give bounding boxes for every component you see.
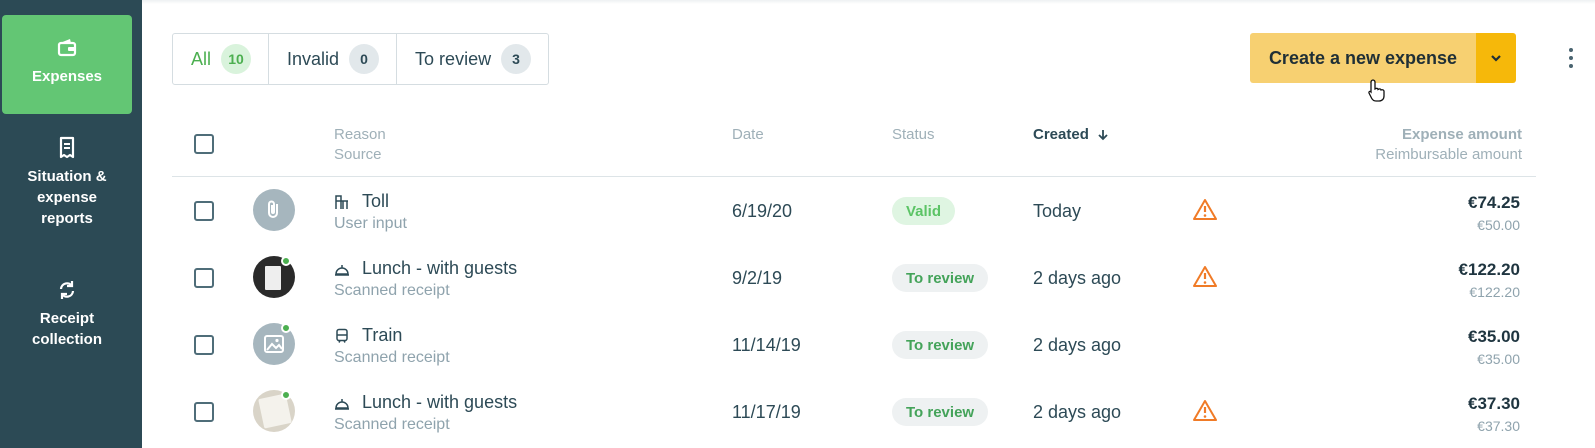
- select-all-checkbox[interactable]: [194, 134, 214, 154]
- expense-reason: Lunch - with guests: [334, 258, 517, 279]
- reason-label: Lunch - with guests: [362, 258, 518, 278]
- row-checkbox[interactable]: [194, 201, 214, 221]
- tab-count-badge: 10: [221, 44, 252, 74]
- create-expense-dropdown-button[interactable]: [1476, 33, 1516, 83]
- sidebar-item-situation-reports[interactable]: Situation & expense reports: [2, 136, 132, 246]
- sidebar-item-receipt-collection[interactable]: Receipt collection: [2, 278, 132, 368]
- filter-tabs: All 10 Invalid 0 To review 3: [172, 33, 550, 85]
- top-shadow: [142, 0, 1595, 4]
- status-badge: Valid: [892, 197, 956, 225]
- expense-amount: €122.20: [1458, 260, 1520, 279]
- tab-label: All: [191, 48, 212, 69]
- status-badge: To review: [892, 331, 989, 359]
- warning-icon[interactable]: [1193, 399, 1217, 421]
- column-header-date[interactable]: Date: [732, 126, 764, 143]
- reason-label: Train: [362, 325, 403, 345]
- tab-all[interactable]: All 10: [173, 34, 270, 84]
- reason-label: Lunch - with guests: [362, 392, 518, 412]
- sidebar: Expenses Situation & expense reports Rec…: [0, 0, 142, 448]
- meal-icon: [335, 398, 349, 410]
- receipt-document-icon: [56, 136, 78, 160]
- new-indicator-dot: [281, 323, 291, 333]
- expense-source: Scanned receipt: [334, 282, 450, 299]
- expense-reason: Lunch - with guests: [334, 392, 517, 413]
- arrow-down-icon: [1098, 129, 1108, 140]
- created-time: 2 days ago: [1033, 335, 1122, 355]
- status-badge: To review: [892, 264, 989, 292]
- create-expense-split-button: Create a new expense: [1250, 33, 1516, 83]
- status-badge: To review: [892, 398, 989, 426]
- paperclip-icon: [268, 200, 278, 218]
- expense-source: Scanned receipt: [334, 349, 450, 366]
- expense-reason: Train: [334, 325, 402, 346]
- tab-count-badge: 0: [349, 44, 380, 74]
- tab-label: To review: [415, 48, 492, 69]
- row-checkbox[interactable]: [194, 268, 214, 288]
- reimbursable-amount: €37.30: [1477, 418, 1520, 434]
- expense-amount: €37.30: [1468, 394, 1520, 413]
- train-icon: [336, 328, 348, 343]
- expense-source: Scanned receipt: [334, 416, 450, 433]
- expense-reason: Toll: [334, 191, 389, 212]
- row-checkbox[interactable]: [194, 402, 214, 422]
- reimbursable-amount: €122.20: [1469, 284, 1520, 300]
- tab-invalid[interactable]: Invalid 0: [269, 34, 398, 84]
- new-indicator-dot: [281, 256, 291, 266]
- column-header-reason[interactable]: Reason Source: [334, 126, 386, 163]
- created-time: Today: [1033, 201, 1082, 221]
- image-icon: [264, 335, 284, 353]
- created-time: 2 days ago: [1033, 402, 1122, 422]
- expense-date: 11/17/19: [732, 402, 801, 422]
- wallet-icon: [56, 36, 78, 60]
- reason-label: Toll: [362, 191, 390, 211]
- header-reimbursable-label: Reimbursable amount: [1375, 146, 1522, 163]
- toll-icon: [335, 194, 348, 209]
- expense-date: 6/19/20: [732, 201, 793, 221]
- warning-icon[interactable]: [1193, 265, 1217, 287]
- reimbursable-amount: €35.00: [1477, 351, 1520, 367]
- expense-amount: €35.00: [1468, 327, 1520, 346]
- header-created-label: Created: [1033, 126, 1089, 143]
- sync-icon: [56, 278, 78, 302]
- sidebar-item-label: Situation & expense reports: [27, 168, 107, 227]
- tab-label: Invalid: [287, 48, 340, 69]
- chevron-down-icon: [1491, 55, 1501, 62]
- created-time: 2 days ago: [1033, 268, 1122, 288]
- tab-to-review[interactable]: To review 3: [397, 34, 548, 84]
- sidebar-item-label: Expenses: [31, 68, 103, 85]
- column-header-status[interactable]: Status: [892, 126, 935, 143]
- hand-pointer-cursor-icon: [1368, 79, 1385, 102]
- expense-date: 11/14/19: [732, 335, 801, 355]
- column-header-created[interactable]: Created: [1033, 126, 1109, 143]
- tab-count-badge: 3: [501, 44, 532, 74]
- header-amount-label: Expense amount: [1401, 126, 1522, 143]
- header-source-label: Source: [334, 146, 382, 163]
- column-header-amount[interactable]: Expense amount Reimbursable amount: [1250, 126, 1522, 163]
- row-checkbox[interactable]: [194, 335, 214, 355]
- create-expense-button[interactable]: Create a new expense: [1250, 33, 1476, 83]
- attachment-thumbnail[interactable]: [253, 189, 295, 231]
- expense-date: 9/2/19: [732, 268, 783, 288]
- meal-icon: [335, 264, 349, 276]
- expense-amount: €74.25: [1468, 193, 1520, 212]
- more-vertical-icon[interactable]: [1566, 48, 1576, 68]
- expense-source: User input: [334, 215, 407, 232]
- header-reason-label: Reason: [334, 126, 386, 143]
- sidebar-item-expenses[interactable]: Expenses: [2, 15, 132, 114]
- warning-icon[interactable]: [1193, 198, 1217, 220]
- sidebar-item-label: Receipt collection: [31, 310, 102, 348]
- reimbursable-amount: €50.00: [1477, 217, 1520, 233]
- new-indicator-dot: [281, 390, 291, 400]
- table-header-divider: [172, 176, 1536, 177]
